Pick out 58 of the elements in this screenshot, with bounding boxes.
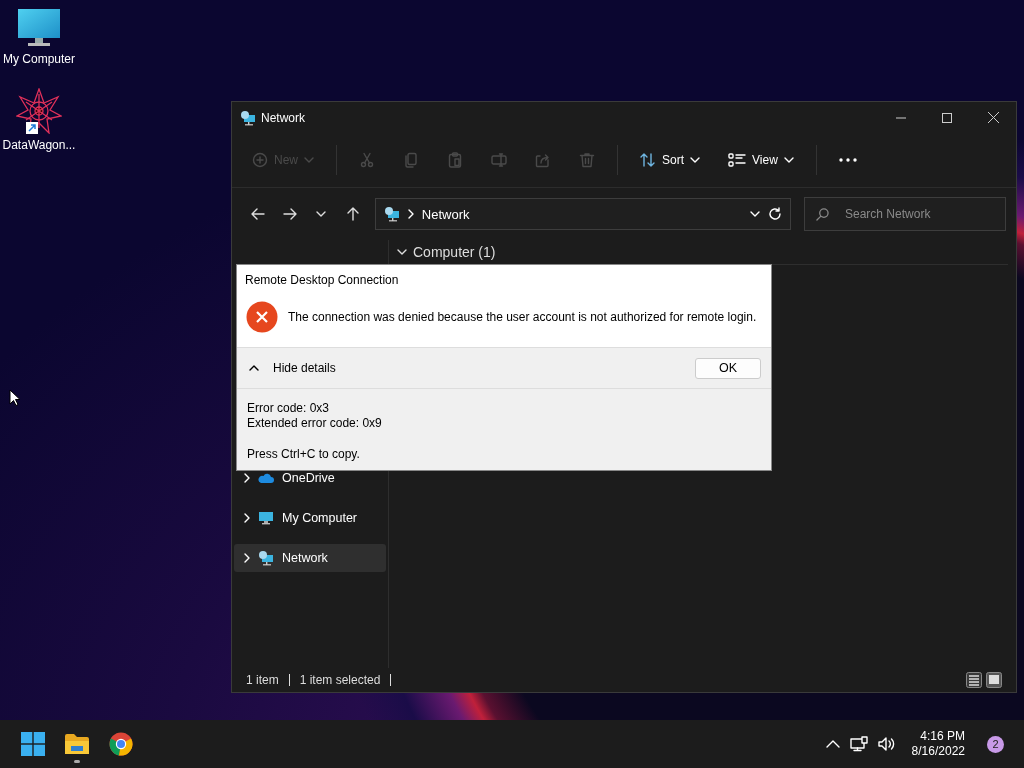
details-view-icon[interactable] xyxy=(966,672,982,688)
search-field[interactable]: Search Network xyxy=(804,197,1006,231)
sidebar-item[interactable]: OneDrive xyxy=(234,464,386,492)
view-button[interactable]: View xyxy=(716,143,806,177)
shortcut-arrow-icon xyxy=(26,122,38,134)
network-monitor-icon[interactable] xyxy=(849,736,868,752)
sort-button[interactable]: Sort xyxy=(628,143,713,177)
chevron-down-icon xyxy=(316,211,327,217)
folder-icon xyxy=(64,733,90,755)
error-details: Error code: 0x3 Extended error code: 0x9 xyxy=(247,401,383,431)
browser-icon xyxy=(109,732,133,756)
notification-badge[interactable]: 2 xyxy=(987,735,1004,753)
error-icon xyxy=(246,301,278,333)
caret-icon xyxy=(783,157,794,163)
desktop-icon-label: DataWagon... xyxy=(2,138,76,152)
chevron-right-icon xyxy=(407,209,414,219)
desktop-icon[interactable]: My Computer xyxy=(3,8,75,66)
item-count: 1 item xyxy=(246,673,279,687)
search-icon xyxy=(816,208,829,221)
refresh-icon[interactable] xyxy=(768,207,782,221)
desktop-icon-label: My Computer xyxy=(3,52,75,66)
forward-arrow-icon xyxy=(282,207,297,221)
ok-button[interactable]: OK xyxy=(695,357,761,379)
caret-icon xyxy=(304,157,314,163)
sidebar-item[interactable]: My Computer xyxy=(234,504,386,532)
chevron-up-icon[interactable] xyxy=(825,740,840,748)
selection-count: 1 item selected xyxy=(299,673,381,687)
window-title: Network xyxy=(261,110,306,125)
chevron-down-icon xyxy=(397,249,407,255)
computer-icon xyxy=(17,8,61,48)
caret-icon xyxy=(690,157,701,163)
network-icon xyxy=(240,109,256,126)
copy-hint: Press Ctrl+C to copy. xyxy=(247,447,361,462)
tiles-view-icon[interactable] xyxy=(986,672,1002,688)
address-bar[interactable]: Network xyxy=(374,198,791,230)
breadcrumb[interactable]: Network xyxy=(421,206,742,222)
error-message: The connection was denied because the user account is not authorized for remote login. xyxy=(288,310,757,324)
speaker-icon[interactable] xyxy=(877,736,896,752)
windows-logo-icon xyxy=(21,732,45,756)
chevron-right-icon[interactable] xyxy=(244,513,250,523)
computer-icon xyxy=(258,510,274,526)
chevron-right-icon[interactable] xyxy=(244,473,250,483)
cursor-icon xyxy=(9,389,21,407)
network-icon xyxy=(383,206,400,222)
clock[interactable]: 4:16 PM 8/16/2022 xyxy=(911,729,965,759)
dialog-title: Remote Desktop Connection xyxy=(245,273,399,287)
desktop-icon[interactable]: DataWagon... xyxy=(2,88,76,152)
back-arrow-icon xyxy=(250,207,265,221)
sidebar-item[interactable]: Network xyxy=(234,544,386,572)
up-arrow-icon xyxy=(345,207,360,221)
starburst-icon xyxy=(16,88,62,134)
chevron-down-icon xyxy=(750,211,760,217)
network-icon xyxy=(258,550,274,566)
details-toggle[interactable]: Hide details xyxy=(249,361,695,375)
close-icon xyxy=(987,112,999,123)
maximize-icon xyxy=(942,112,952,123)
chevron-right-icon[interactable] xyxy=(244,553,250,563)
chevron-up-icon xyxy=(249,365,259,371)
